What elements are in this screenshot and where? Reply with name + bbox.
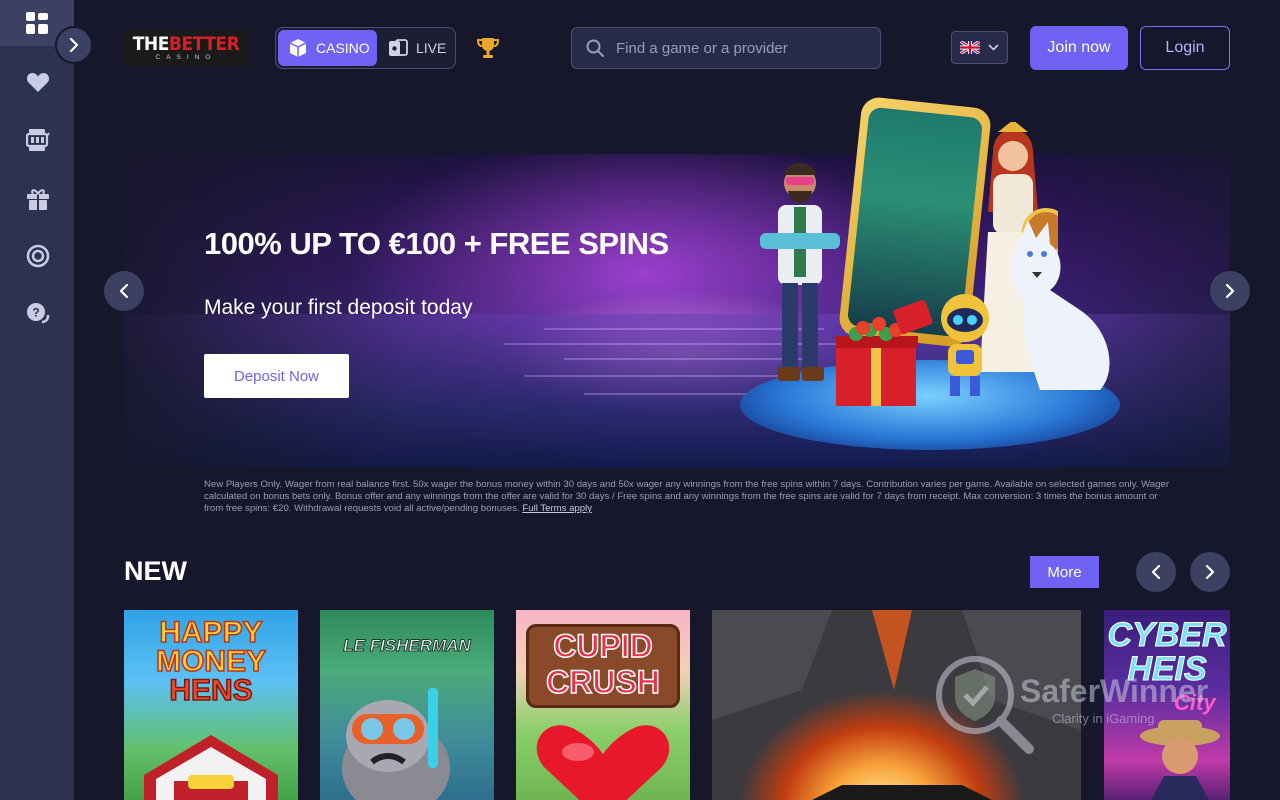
barn-illustration — [144, 735, 278, 800]
chevron-left-icon — [119, 284, 129, 298]
watermark-name: SaferWinner — [1020, 673, 1209, 709]
banner-white-wolf — [1011, 220, 1110, 390]
banner-prev-button[interactable] — [104, 271, 144, 311]
gift-icon — [27, 189, 49, 210]
tab-live-label: LIVE — [416, 40, 447, 56]
banner-character-scientist — [760, 163, 840, 381]
tab-casino[interactable]: CASINO — [278, 30, 377, 66]
search-bar — [571, 27, 881, 69]
chevron-left-icon — [1151, 565, 1161, 579]
game-title: LE FISHERMAN — [343, 636, 472, 656]
uk-flag-icon — [960, 41, 980, 54]
game-title-line: HENS — [169, 674, 254, 707]
svg-text:?: ? — [32, 306, 39, 320]
casino-logo[interactable]: THEBETTER CASINO — [124, 30, 248, 66]
help-chat-icon: ? — [27, 303, 50, 324]
game-tile-cupid-crush[interactable]: CUPID CRUSH — [516, 610, 690, 800]
tab-live[interactable]: LIVE — [388, 30, 446, 66]
slot-machine-icon — [26, 129, 50, 151]
casino-live-switch: CASINO LIVE — [275, 27, 456, 69]
dashboard-icon — [26, 12, 48, 34]
banner-title: 100% UP TO €100 + FREE SPINS — [204, 226, 669, 261]
logo-text-the: THE — [132, 32, 170, 55]
chevron-down-icon — [988, 44, 999, 51]
live-cards-icon — [389, 39, 408, 56]
heart-illustration — [536, 725, 670, 800]
bonus-terms-text: New Players Only. Wager from real balanc… — [204, 479, 1174, 515]
tab-casino-label: CASINO — [316, 40, 370, 56]
game-title-line: CRUSH — [545, 663, 660, 701]
deposit-now-button[interactable]: Deposit Now — [204, 354, 349, 398]
watermark-overlay: SaferWinner Clarity in iGaming — [935, 655, 1235, 755]
sidebar: ? — [0, 0, 74, 800]
sidebar-item-promotions[interactable] — [24, 185, 52, 213]
banner-gift-box — [836, 300, 933, 406]
tournaments-button[interactable] — [476, 36, 500, 60]
sidebar-item-support[interactable]: ? — [24, 300, 52, 328]
sidebar-item-slots[interactable] — [24, 126, 52, 154]
section-title-new: NEW — [124, 556, 187, 586]
login-button[interactable]: Login — [1140, 26, 1230, 70]
terms-body: New Players Only. Wager from real balanc… — [204, 479, 1170, 514]
join-now-button[interactable]: Join now — [1030, 26, 1128, 70]
logo-subtext: CASINO — [155, 53, 217, 61]
more-button[interactable]: More — [1030, 556, 1099, 588]
sidebar-expand-button[interactable] — [55, 26, 93, 64]
chevron-right-icon — [1205, 565, 1215, 579]
sidebar-item-live-casino[interactable] — [24, 242, 52, 270]
game-tile-le-fisherman[interactable]: LE FISHERMAN — [320, 610, 494, 800]
game-title-line: MONEY — [155, 645, 267, 678]
game-tile-happy-money-hens[interactable]: HAPPY MONEY HENS — [124, 610, 298, 800]
chip-icon — [26, 244, 50, 268]
sidebar-item-favorites[interactable] — [24, 68, 52, 96]
heart-icon — [26, 73, 50, 92]
banner-subtitle: Make your first deposit today — [204, 296, 473, 319]
game-title-line: CUPID — [552, 627, 653, 665]
logo-text-better: BETTER — [168, 32, 240, 55]
watermark-tagline: Clarity in iGaming — [1052, 711, 1155, 726]
language-selector[interactable] — [951, 31, 1008, 64]
games-next-button[interactable] — [1190, 552, 1230, 592]
game-title-line: HAPPY — [159, 616, 264, 649]
raccoon-character — [342, 688, 450, 800]
trophy-icon — [476, 38, 500, 58]
banner-robot — [941, 294, 989, 396]
games-prev-button[interactable] — [1136, 552, 1176, 592]
chevron-right-icon — [69, 38, 79, 52]
cube-icon — [289, 39, 307, 57]
search-input[interactable] — [616, 39, 866, 57]
full-terms-link[interactable]: Full Terms apply — [522, 503, 592, 514]
game-title-line: CYBER — [1107, 616, 1227, 654]
banner-next-button[interactable] — [1210, 271, 1250, 311]
search-icon — [586, 39, 604, 57]
chevron-right-icon — [1225, 284, 1235, 298]
